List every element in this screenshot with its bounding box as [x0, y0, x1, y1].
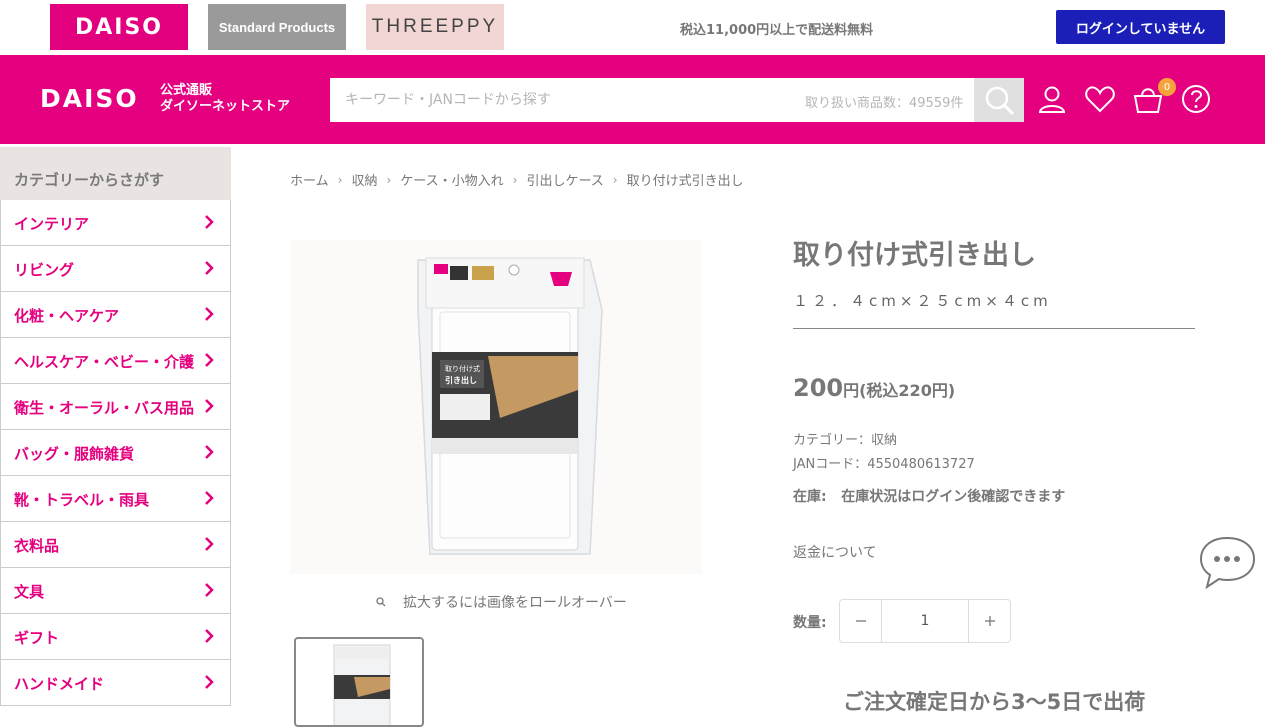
sidebar-item-healthcare[interactable]: ヘルスケア・ベビー・介護 — [0, 338, 231, 384]
price-tax-included: 円(税込220円) — [843, 381, 956, 400]
chevron-right-icon: › — [337, 172, 343, 187]
sidebar-title: カテゴリーからさがす — [0, 147, 231, 200]
quantity-label: 数量: — [793, 615, 827, 631]
site-logo-subtitle: 公式通販 ダイソーネットストア — [160, 83, 290, 115]
quantity-increase-button[interactable] — [968, 600, 1010, 642]
chevron-right-icon — [205, 537, 214, 551]
plus-icon — [984, 616, 995, 626]
minus-icon — [855, 620, 866, 622]
sidebar-item-clothing[interactable]: 衣料品 — [0, 522, 231, 568]
breadcrumb-storage[interactable]: 収納 — [351, 170, 377, 189]
sidebar-item-living[interactable]: リビング — [0, 246, 231, 292]
sidebar-item-bags[interactable]: バッグ・服飾雑貨 — [0, 430, 231, 476]
product-title: 取り付け式引き出し — [793, 240, 1036, 271]
sidebar-item-handmade[interactable]: ハンドメイド — [0, 660, 231, 706]
product-size: １２．４cm×２５cm×４cm — [793, 292, 1052, 310]
sidebar-item-label: 文具 — [14, 583, 45, 601]
sidebar-item-label: リビング — [14, 261, 75, 279]
account-button[interactable] — [1035, 82, 1069, 116]
chevron-right-icon — [205, 307, 214, 321]
login-button[interactable]: ログインしていません — [1056, 10, 1225, 44]
quantity-stepper: 1 — [839, 599, 1011, 643]
brand-tab-standard-products[interactable]: Standard Products — [208, 4, 346, 50]
sidebar-item-label: 化粧・ヘアケア — [14, 307, 120, 325]
quantity-input[interactable]: 1 — [882, 600, 968, 642]
search-bar: 取り扱い商品数：49559件 — [330, 78, 1024, 122]
chevron-right-icon: › — [612, 172, 618, 187]
sidebar-item-label: 衛生・オーラル・バス用品 — [14, 399, 195, 417]
stock-text: 在庫状況はログイン後確認できます — [841, 489, 1066, 505]
chevron-right-icon: › — [512, 172, 518, 187]
logo-sub-line2: ダイソーネットストア — [160, 99, 291, 114]
chevron-right-icon — [205, 583, 214, 597]
help-button[interactable] — [1179, 82, 1213, 116]
package-label-line1: 取り付け式 — [445, 364, 480, 373]
package-label-line2: 引き出し — [445, 375, 477, 385]
shipping-note: ご注文確定日から3〜5日で出荷 — [843, 690, 1146, 714]
item-count: 取り扱い商品数：49559件 — [805, 96, 964, 111]
product-thumbnail[interactable] — [294, 637, 424, 727]
sidebar-item-interior[interactable]: インテリア — [0, 200, 231, 246]
chevron-right-icon — [205, 215, 214, 229]
product-package-illustration: 取り付け式 引き出し — [417, 257, 603, 555]
category-sidebar: カテゴリーからさがす インテリア リビング 化粧・ヘアケア ヘルスケア・ベビー・… — [0, 147, 231, 720]
breadcrumb-current: 取り付け式引き出し — [626, 174, 744, 189]
sidebar-item-label: ギフト — [14, 629, 60, 647]
logo-sub-line1: 公式通販 — [160, 83, 213, 98]
chevron-right-icon — [205, 399, 214, 413]
sidebar-item-label: 靴・トラベル・雨具 — [14, 491, 150, 509]
zoom-hint: 拡大するには画像をロールオーバー — [376, 592, 627, 612]
help-icon — [1182, 85, 1210, 113]
chevron-right-icon: › — [386, 172, 392, 187]
thumbnail-image — [333, 644, 391, 725]
sidebar-item-cosmetics[interactable]: 化粧・ヘアケア — [0, 292, 231, 338]
breadcrumb-drawer-cases[interactable]: 引出しケース — [526, 170, 603, 189]
chevron-right-icon — [205, 353, 214, 367]
product-main-image[interactable]: 取り付け式 引き出し — [290, 240, 702, 574]
sidebar-item-label: 衣料品 — [14, 537, 60, 555]
product-price: 200円(税込220円) — [793, 374, 955, 402]
sidebar-item-label: ヘルスケア・ベビー・介護 — [14, 353, 195, 371]
sidebar-item-label: インテリア — [14, 215, 90, 233]
brand-tab-daiso[interactable]: DAISO — [50, 4, 188, 50]
stock-label: 在庫: — [793, 489, 827, 505]
quantity-decrease-button[interactable] — [840, 600, 882, 642]
sidebar-item-label: バッグ・服飾雑貨 — [14, 445, 135, 463]
price-value: 200 — [793, 374, 844, 402]
title-divider — [793, 328, 1195, 329]
cart-count-badge: 0 — [1158, 78, 1176, 96]
search-input[interactable] — [330, 78, 800, 122]
sidebar-item-gift[interactable]: ギフト — [0, 614, 231, 660]
chevron-right-icon — [205, 491, 214, 505]
sidebar-item-hygiene[interactable]: 衛生・オーラル・バス用品 — [0, 384, 231, 430]
heart-icon — [1085, 86, 1115, 113]
product-category: カテゴリー：収納 — [793, 433, 898, 448]
magnifier-icon — [376, 597, 386, 607]
sidebar-item-shoes[interactable]: 靴・トラベル・雨具 — [0, 476, 231, 522]
chat-bubble-icon — [1199, 536, 1256, 590]
chevron-right-icon — [205, 675, 214, 689]
chevron-right-icon — [205, 445, 214, 459]
product-jan: JANコード：4550480613727 — [793, 457, 975, 472]
free-shipping-notice: 税込11,000円以上で配送料無料 — [680, 23, 874, 38]
chat-button[interactable] — [1199, 535, 1257, 591]
site-header: DAISO 公式通販 ダイソーネットストア 取り扱い商品数：49559件 0 — [0, 55, 1265, 144]
stock-status: 在庫: 在庫状況はログイン後確認できます — [793, 486, 1065, 506]
breadcrumb: ホーム › 収納 › ケース・小物入れ › 引出しケース › 取り付け式引き出し — [290, 170, 744, 190]
chevron-right-icon — [205, 261, 214, 275]
breadcrumb-home[interactable]: ホーム — [290, 170, 329, 189]
wishlist-button[interactable] — [1083, 82, 1117, 116]
refund-link[interactable]: 返金について — [793, 542, 877, 562]
brand-bar: DAISO Standard Products THREEPPY 税込11,00… — [0, 0, 1280, 55]
search-button[interactable] — [974, 78, 1024, 122]
sidebar-item-label: ハンドメイド — [14, 675, 105, 693]
zoom-hint-text: 拡大するには画像をロールオーバー — [403, 595, 627, 611]
user-icon — [1038, 86, 1066, 113]
breadcrumb-cases[interactable]: ケース・小物入れ — [400, 170, 503, 189]
sidebar-item-stationery[interactable]: 文具 — [0, 568, 231, 614]
search-icon — [985, 86, 1014, 115]
site-logo[interactable]: DAISO — [40, 84, 139, 113]
brand-tab-threeppy[interactable]: THREEPPY — [366, 4, 504, 50]
chevron-right-icon — [205, 629, 214, 643]
